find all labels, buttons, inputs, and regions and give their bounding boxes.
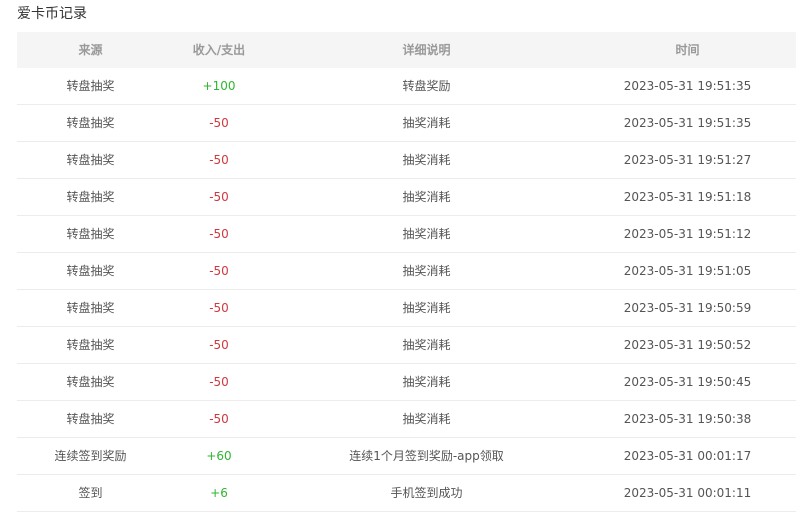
table-row: 转盘抽奖 -50 抽奖消耗 2023-05-31 19:51:18 <box>17 179 796 216</box>
cell-detail: 转盘奖励 <box>402 79 451 93</box>
cell-detail: 抽奖消耗 <box>402 190 451 204</box>
header-amount: 收入/支出 <box>192 43 246 57</box>
cell-source: 签到 <box>78 486 103 500</box>
cell-source: 转盘抽奖 <box>66 301 115 315</box>
table-row: 签到 +6 手机签到成功 2023-05-31 00:01:11 <box>17 475 796 512</box>
cell-source: 转盘抽奖 <box>66 153 115 167</box>
table-body: 转盘抽奖 +100 转盘奖励 2023-05-31 19:51:35 转盘抽奖 -50 抽奖… <box>17 68 796 512</box>
cell-time: 2023-05-31 19:51:27 <box>623 153 752 167</box>
cell-amount: -50 <box>209 264 229 278</box>
cell-source: 转盘抽奖 <box>66 116 115 130</box>
cell-detail: 抽奖消耗 <box>402 412 451 426</box>
cell-time: 2023-05-31 19:51:18 <box>623 190 752 204</box>
cell-detail: 抽奖消耗 <box>402 264 451 278</box>
cell-amount: +60 <box>206 449 232 463</box>
cell-detail: 抽奖消耗 <box>402 375 451 389</box>
table-row: 连续签到奖励 +60 连续1个月签到奖励-app领取 2023-05-31 00:01… <box>17 438 796 475</box>
table-row: 转盘抽奖 -50 抽奖消耗 2023-05-31 19:50:38 <box>17 401 796 438</box>
cell-amount: -50 <box>209 338 229 352</box>
cell-detail: 抽奖消耗 <box>402 301 451 315</box>
cell-amount: -50 <box>209 153 229 167</box>
table-row: 转盘抽奖 -50 抽奖消耗 2023-05-31 19:50:59 <box>17 290 796 327</box>
cell-time: 2023-05-31 19:51:12 <box>623 227 752 241</box>
cell-detail: 连续1个月签到奖励-app领取 <box>349 449 504 463</box>
cell-detail: 抽奖消耗 <box>402 116 451 130</box>
cell-source: 转盘抽奖 <box>66 190 115 204</box>
cell-amount: -50 <box>209 301 229 315</box>
cell-time: 2023-05-31 19:50:59 <box>623 301 752 315</box>
page-title: 爱卡币记录 <box>17 6 87 22</box>
table-row: 转盘抽奖 -50 抽奖消耗 2023-05-31 19:51:05 <box>17 253 796 290</box>
cell-amount: -50 <box>209 375 229 389</box>
cell-detail: 抽奖消耗 <box>402 338 451 352</box>
cell-source: 转盘抽奖 <box>66 264 115 278</box>
cell-source: 转盘抽奖 <box>66 227 115 241</box>
table-header: 来源 收入/支出 详细说明 时间 <box>17 32 796 68</box>
cell-source: 转盘抽奖 <box>66 412 115 426</box>
header-detail: 详细说明 <box>402 43 451 57</box>
cell-amount: -50 <box>209 116 229 130</box>
cell-detail: 抽奖消耗 <box>402 227 451 241</box>
cell-time: 2023-05-31 19:50:45 <box>623 375 752 389</box>
cell-detail: 手机签到成功 <box>390 486 463 500</box>
cell-time: 2023-05-31 00:01:11 <box>623 486 752 500</box>
cell-source: 转盘抽奖 <box>66 375 115 389</box>
table-row: 转盘抽奖 -50 抽奖消耗 2023-05-31 19:51:35 <box>17 105 796 142</box>
coin-records-table: 来源 收入/支出 详细说明 时间 转盘抽奖 +100 转盘奖励 2023-05-31 … <box>17 32 796 512</box>
table-row: 转盘抽奖 -50 抽奖消耗 2023-05-31 19:51:12 <box>17 216 796 253</box>
cell-time: 2023-05-31 00:01:17 <box>623 449 752 463</box>
cell-source: 转盘抽奖 <box>66 79 115 93</box>
cell-time: 2023-05-31 19:50:38 <box>623 412 752 426</box>
cell-time: 2023-05-31 19:51:35 <box>623 79 752 93</box>
header-time: 时间 <box>675 43 700 57</box>
cell-source: 连续签到奖励 <box>54 449 127 463</box>
table-row: 转盘抽奖 -50 抽奖消耗 2023-05-31 19:51:27 <box>17 142 796 179</box>
cell-time: 2023-05-31 19:50:52 <box>623 338 752 352</box>
table-row: 转盘抽奖 +100 转盘奖励 2023-05-31 19:51:35 <box>17 68 796 105</box>
cell-source: 转盘抽奖 <box>66 338 115 352</box>
cell-detail: 抽奖消耗 <box>402 153 451 167</box>
cell-amount: +6 <box>210 486 228 500</box>
cell-amount: -50 <box>209 227 229 241</box>
cell-amount: -50 <box>209 190 229 204</box>
header-source: 来源 <box>78 43 103 57</box>
cell-amount: -50 <box>209 412 229 426</box>
table-row: 转盘抽奖 -50 抽奖消耗 2023-05-31 19:50:45 <box>17 364 796 401</box>
cell-time: 2023-05-31 19:51:35 <box>623 116 752 130</box>
cell-time: 2023-05-31 19:51:05 <box>623 264 752 278</box>
table-row: 转盘抽奖 -50 抽奖消耗 2023-05-31 19:50:52 <box>17 327 796 364</box>
cell-amount: +100 <box>202 79 236 93</box>
